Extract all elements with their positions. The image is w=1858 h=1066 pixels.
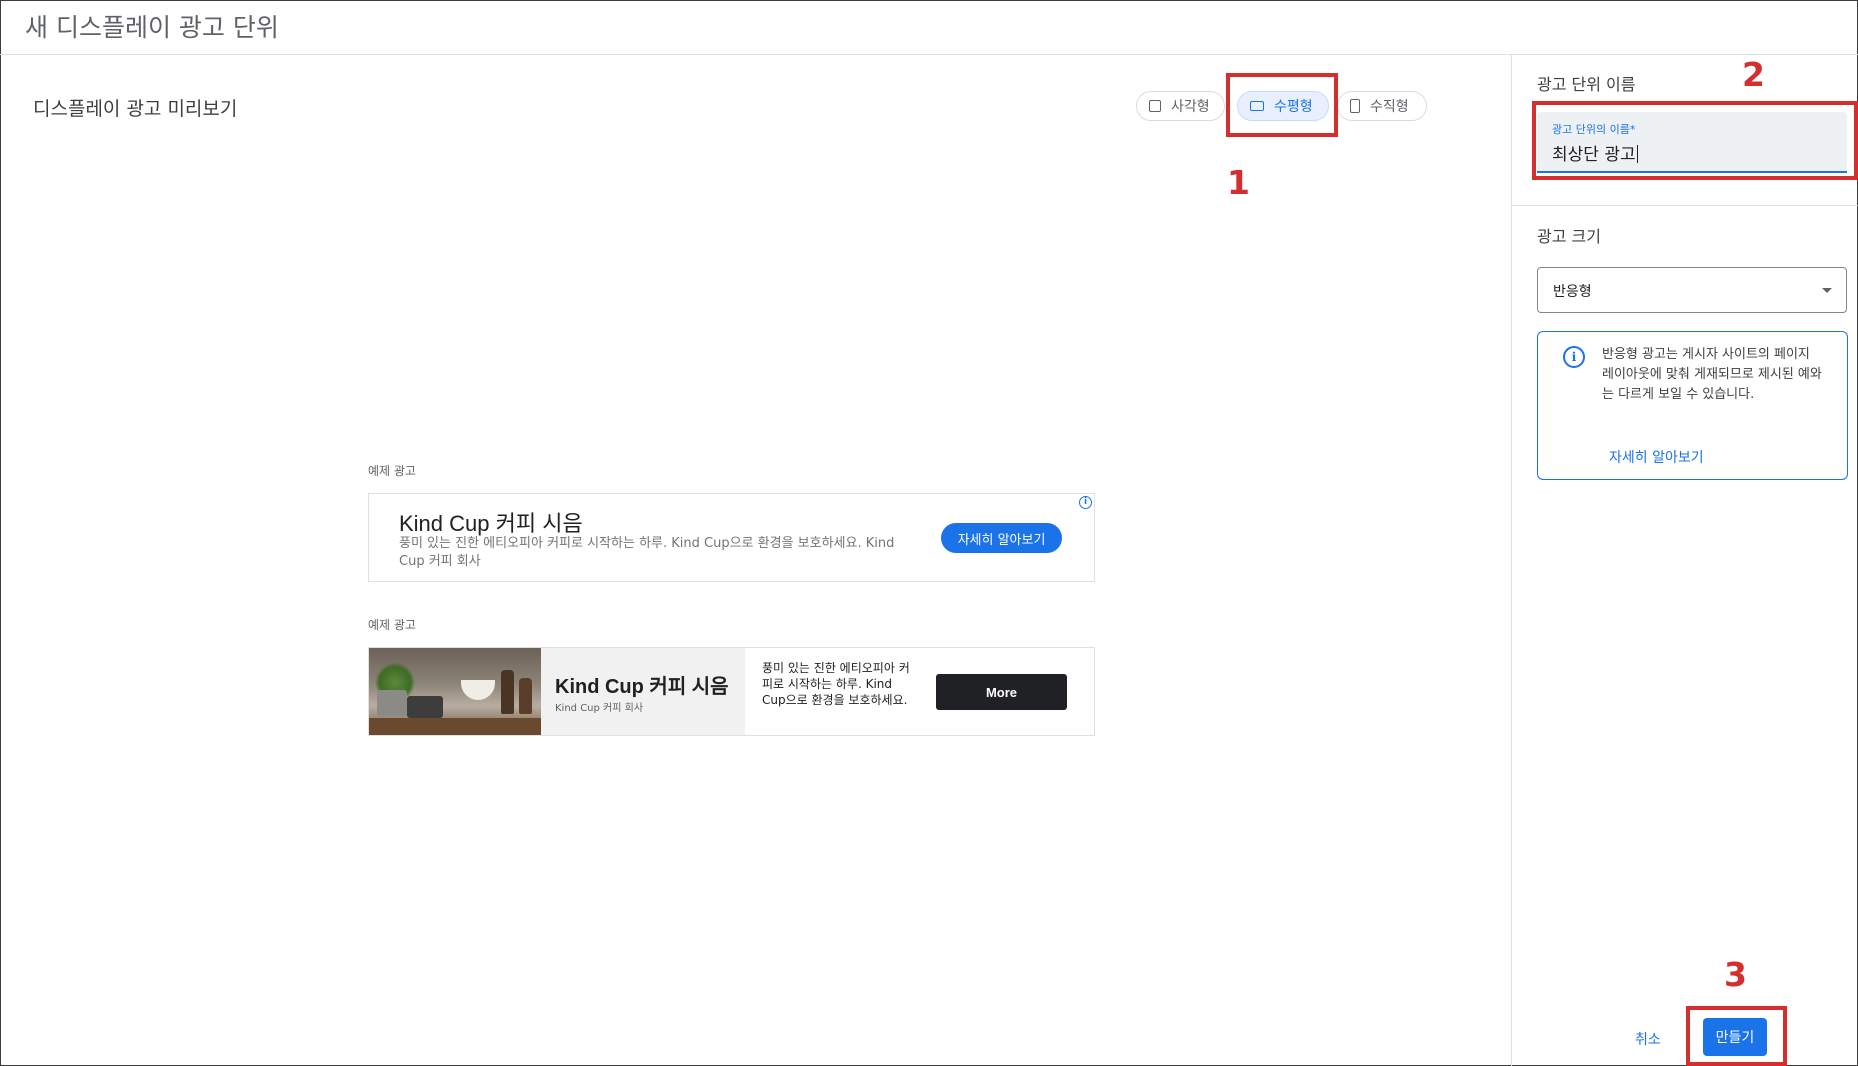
learn-more-button[interactable]: 자세히 알아보기	[941, 523, 1062, 553]
callout-number-2: 2	[1742, 55, 1765, 94]
name-section-title: 광고 단위 이름	[1537, 75, 1636, 94]
settings-sidebar: 광고 단위 이름 광고 단위의 이름* 최상단 광고 광고 크기 반응형 i 반…	[1511, 54, 1858, 1066]
coffee-image	[369, 648, 541, 735]
format-toggle-square[interactable]: 사각형	[1136, 91, 1225, 121]
info-text: 반응형 광고는 게시자 사이트의 페이지 레이아웃에 맞춰 게재되므로 제시된 …	[1602, 347, 1822, 402]
example-ad-image: Kind Cup 커피 시음 Kind Cup 커피 회사 풍미 있는 진한 에…	[368, 647, 1095, 736]
info-icon: i	[1563, 346, 1585, 368]
format-toggle-label: 수직형	[1370, 99, 1409, 115]
divider	[1512, 205, 1858, 206]
callout-box-1	[1226, 73, 1338, 137]
ad-info-icon[interactable]: i	[1079, 496, 1092, 509]
vertical-rect-icon	[1350, 99, 1360, 113]
format-toggle-vertical[interactable]: 수직형	[1337, 91, 1427, 121]
format-toggle-label: 사각형	[1171, 99, 1210, 115]
ad-advertiser: Kind Cup 커피 회사	[555, 703, 644, 714]
callout-number-3: 3	[1724, 955, 1747, 994]
ad-description: 풍미 있는 진한 에티오피아 커피로 시작하는 하루. Kind Cup으로 환…	[762, 661, 910, 707]
more-button[interactable]: More	[936, 674, 1067, 710]
example-ad-label: 예제 광고	[368, 618, 416, 632]
ad-size-select[interactable]: 반응형	[1537, 267, 1847, 313]
learn-more-link[interactable]: 자세히 알아보기	[1609, 447, 1704, 467]
ad-description: 풍미 있는 진한 에티오피아 커피로 시작하는 하루. Kind Cup으로 환…	[399, 536, 895, 569]
preview-title: 디스플레이 광고 미리보기	[33, 98, 238, 120]
page-title: 새 디스플레이 광고 단위	[25, 13, 279, 42]
ad-title: Kind Cup 커피 시음	[399, 511, 583, 536]
size-section-title: 광고 크기	[1537, 227, 1601, 246]
callout-number-1: 1	[1227, 163, 1250, 202]
responsive-info-box: i 반응형 광고는 게시자 사이트의 페이지 레이아웃에 맞춰 게재되므로 제시…	[1537, 331, 1848, 480]
ad-headline-area: Kind Cup 커피 시음 Kind Cup 커피 회사	[541, 648, 745, 735]
dropdown-arrow-icon	[1822, 288, 1832, 293]
example-ad-text: Kind Cup 커피 시음 풍미 있는 진한 에티오피아 커피로 시작하는 하…	[368, 493, 1095, 582]
square-icon	[1149, 100, 1161, 112]
ad-title: Kind Cup 커피 시음	[555, 676, 729, 698]
cancel-button[interactable]: 취소	[1635, 1029, 1661, 1049]
callout-box-2	[1532, 101, 1858, 180]
example-ad-label: 예제 광고	[368, 464, 416, 478]
callout-box-3	[1686, 1006, 1787, 1066]
ad-size-value: 반응형	[1553, 284, 1592, 300]
header: 새 디스플레이 광고 단위	[0, 0, 1858, 55]
